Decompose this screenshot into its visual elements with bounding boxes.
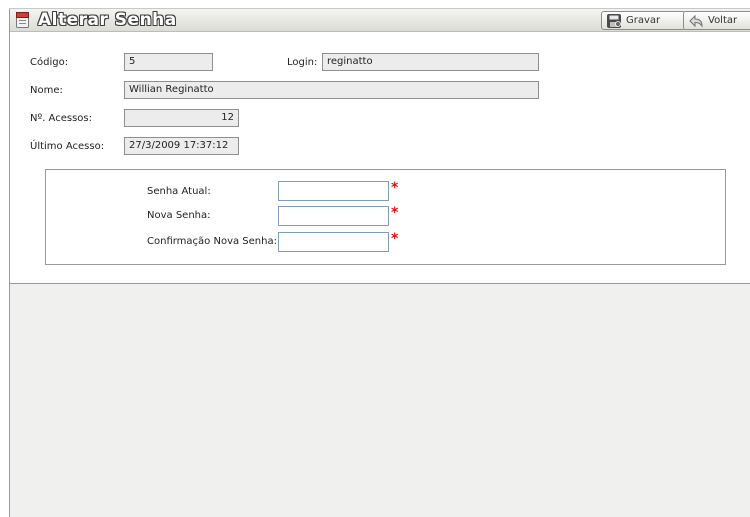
senha-atual-input[interactable]: [278, 181, 389, 201]
back-button[interactable]: Voltar: [683, 11, 750, 30]
window-frame: Alterar Senha Gravar Voltar Código: 5 Lo…: [0, 0, 750, 517]
nome-field: Willian Reginatto: [124, 81, 539, 99]
codigo-field: 5: [124, 53, 213, 71]
login-field: reginatto: [322, 53, 539, 71]
nova-senha-label: Nova Senha:: [147, 210, 211, 221]
title-bar: Alterar Senha Gravar Voltar: [10, 9, 750, 32]
confirmacao-label: Confirmação Nova Senha:: [147, 236, 277, 247]
required-marker: *: [391, 180, 399, 196]
empty-content-area: [10, 284, 750, 517]
document-icon: [16, 12, 29, 28]
back-button-label: Voltar: [708, 15, 738, 26]
back-arrow-icon: [689, 14, 703, 28]
required-marker: *: [391, 205, 399, 221]
required-marker: *: [391, 231, 399, 247]
confirmacao-input[interactable]: [278, 232, 389, 252]
page-title: Alterar Senha: [38, 10, 177, 30]
senha-atual-label: Senha Atual:: [147, 186, 211, 197]
nova-senha-input[interactable]: [278, 206, 389, 226]
nome-label: Nome:: [30, 85, 63, 96]
save-button[interactable]: Gravar: [601, 11, 686, 30]
ultimo-acesso-field: 27/3/2009 17:37:12: [124, 137, 239, 155]
save-button-label: Gravar: [626, 15, 661, 26]
login-label: Login:: [287, 57, 318, 68]
password-fieldset: Senha Atual: * Nova Senha: * Confirmação…: [45, 169, 726, 265]
floppy-disk-icon: [607, 14, 621, 28]
codigo-label: Código:: [30, 57, 69, 68]
acessos-label: Nº. Acessos:: [30, 113, 92, 124]
acessos-field: 12: [124, 109, 239, 127]
ultimo-acesso-label: Último Acesso:: [30, 141, 105, 152]
